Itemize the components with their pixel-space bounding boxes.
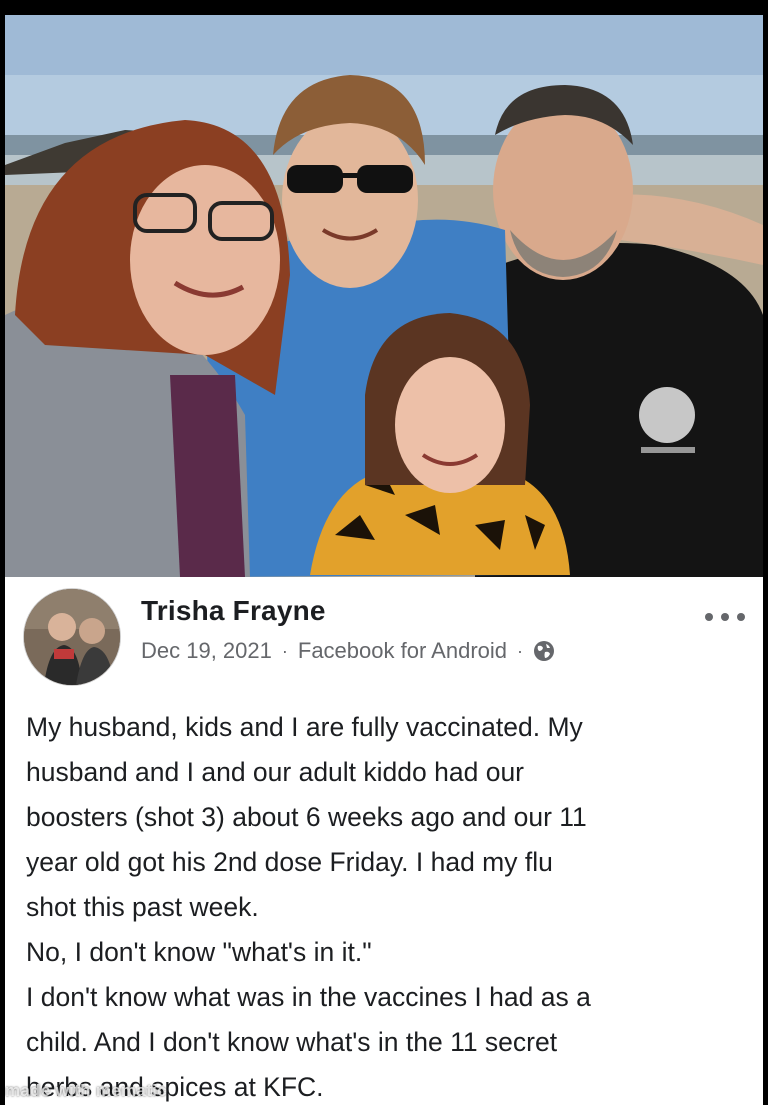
watermark: made with mematic [5,1081,167,1100]
more-dot [705,613,713,621]
more-dot [737,613,745,621]
meta-separator-2: · [517,640,524,661]
avatar-image [24,589,120,685]
post-body-line: boosters (shot 3) about 6 weeks ago and … [26,802,587,832]
more-options-icon[interactable] [705,607,745,627]
author-avatar[interactable] [23,588,121,686]
post-body-line: No, I don't know "what's in it." [26,937,372,967]
globe-icon [533,640,555,662]
post-body-line: shot this past week. [26,892,259,922]
meta-separator: · [281,640,288,661]
post-body-line: I don't know what was in the vaccines I … [26,982,591,1012]
post-body-line: My husband, kids and I are fully vaccina… [26,712,583,742]
post-date[interactable]: Dec 19, 2021 [141,638,272,664]
post-body-line: child. And I don't know what's in the 11… [26,1027,558,1057]
post-body-line: year old got his 2nd dose Friday. I had … [26,847,553,877]
post-photo[interactable] [5,15,763,577]
screenshot-frame: Trisha Frayne Dec 19, 2021 · Facebook fo… [5,15,763,1105]
post-source: Facebook for Android [297,638,508,663]
post-body: My husband, kids and I are fully vaccina… [26,705,746,1105]
more-dot [721,613,729,621]
family-photo-image [5,15,763,577]
post-card: Trisha Frayne Dec 19, 2021 · Facebook fo… [5,577,763,1105]
post-meta: Dec 19, 2021 · Facebook for Android · [141,638,555,664]
post-body-line: husband and I and our adult kiddo had ou… [26,757,525,787]
author-name[interactable]: Trisha Frayne [141,595,326,627]
